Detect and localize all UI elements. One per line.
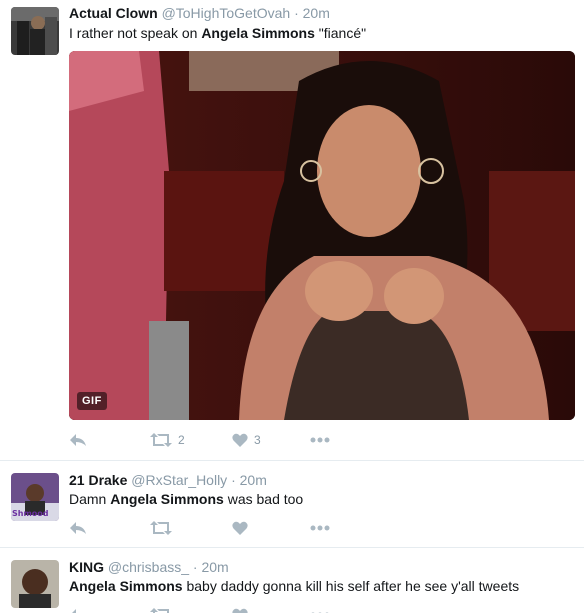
heart-icon	[232, 521, 248, 535]
retweet-icon	[150, 521, 172, 535]
avatar[interactable]	[11, 560, 59, 608]
text-segment: Damn	[69, 491, 111, 507]
more-icon	[310, 525, 330, 531]
more-icon	[310, 437, 330, 443]
highlighted-term: Angela Simmons	[201, 25, 315, 41]
timestamp[interactable]: 20m	[201, 559, 228, 575]
text-segment: baby daddy gonna kill his self after he …	[182, 578, 520, 594]
tweet-header: Actual Clown @ToHighToGetOvah · 20m	[69, 5, 330, 21]
gif-media[interactable]: GIF	[69, 51, 575, 420]
reply-button[interactable]	[69, 605, 87, 613]
reply-icon	[70, 522, 86, 534]
timestamp[interactable]: 20m	[240, 472, 267, 488]
avatar-image	[11, 7, 59, 55]
tweet-text: I rather not speak on Angela Simmons "fi…	[69, 25, 366, 41]
tweet-text: Angela Simmons baby daddy gonna kill his…	[69, 578, 519, 594]
tweet[interactable]: KING @chrisbass_ · 20m Angela Simmons ba…	[0, 548, 584, 613]
display-name[interactable]: KING	[69, 559, 104, 575]
highlighted-term: Angela Simmons	[69, 578, 183, 594]
text-segment: I rather not speak on	[69, 25, 202, 41]
heart-icon	[232, 608, 248, 613]
timeline: Actual Clown @ToHighToGetOvah · 20m I ra…	[0, 0, 584, 613]
heart-icon	[232, 433, 248, 447]
like-button[interactable]	[232, 605, 248, 613]
reply-icon	[70, 434, 86, 446]
gif-badge: GIF	[77, 392, 107, 410]
more-button[interactable]	[310, 605, 330, 613]
username[interactable]: @RxStar_Holly	[131, 472, 227, 488]
avatar[interactable]	[11, 7, 59, 55]
avatar-image	[11, 560, 59, 608]
separator: ·	[192, 559, 198, 575]
username[interactable]: @chrisbass_	[108, 559, 189, 575]
retweet-icon	[150, 608, 169, 613]
retweet-count: 2	[178, 433, 185, 447]
text-segment: was bad too	[223, 491, 304, 507]
avatar[interactable]: Shmood	[11, 473, 59, 521]
username[interactable]: @ToHighToGetOvah	[162, 5, 291, 21]
tweet-header: KING @chrisbass_ · 20m	[69, 559, 229, 575]
separator: ·	[294, 5, 299, 21]
retweet-button[interactable]	[150, 605, 172, 613]
like-count: 3	[254, 433, 261, 447]
like-button[interactable]: 3	[232, 430, 261, 450]
like-button[interactable]	[232, 518, 248, 538]
more-button[interactable]	[310, 430, 330, 450]
reply-icon	[72, 609, 76, 613]
tweet-header: 21 Drake @RxStar_Holly · 20m	[69, 472, 267, 488]
more-button[interactable]	[310, 518, 330, 538]
reply-button[interactable]	[69, 518, 87, 538]
highlighted-term: Angela Simmons	[110, 491, 224, 507]
retweet-icon	[150, 433, 172, 447]
tweet[interactable]: Shmood 21 Drake @RxStar_Holly · 20m Damn…	[0, 461, 584, 548]
gif-frame	[69, 51, 575, 420]
text-segment: "fiancé"	[314, 25, 367, 41]
display-name[interactable]: Actual Clown	[69, 5, 158, 21]
tweet[interactable]: Actual Clown @ToHighToGetOvah · 20m I ra…	[0, 0, 584, 461]
retweet-button[interactable]	[150, 518, 172, 538]
display-name[interactable]: 21 Drake	[69, 472, 127, 488]
separator: ·	[231, 472, 236, 488]
avatar-text: Shmood	[12, 509, 49, 518]
timestamp[interactable]: 20m	[303, 5, 330, 21]
reply-button[interactable]	[69, 430, 87, 450]
retweet-button[interactable]: 2	[150, 430, 185, 450]
tweet-text: Damn Angela Simmons was bad too	[69, 491, 303, 507]
